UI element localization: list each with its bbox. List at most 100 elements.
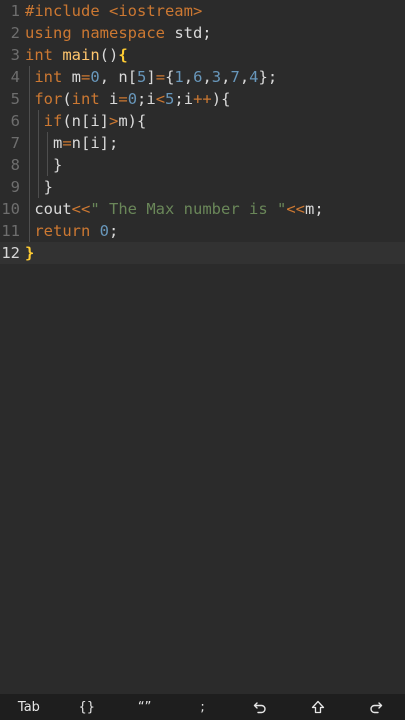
line-number: 12: [1, 244, 20, 262]
line-number: 1: [10, 2, 20, 20]
line-number: 5: [10, 90, 20, 108]
code-token: 3: [211, 68, 222, 86]
code-token: =: [62, 134, 72, 152]
code-token: {: [165, 68, 175, 86]
code-line[interactable]: 11 return 0;: [0, 220, 405, 242]
code-token: ;i: [137, 90, 156, 108]
code-token: 5: [165, 90, 175, 108]
code-token: 0: [99, 222, 109, 240]
code-token: 4: [249, 68, 259, 86]
code-token: using namespace: [25, 24, 175, 42]
line-number: 8: [10, 156, 20, 174]
code-line[interactable]: 5 for(int i=0;i<5;i++){: [0, 88, 405, 110]
line-number: 2: [10, 24, 20, 42]
code-token: i: [109, 90, 119, 108]
line-code: m=n[i];: [25, 132, 118, 154]
key-label: “”: [137, 699, 152, 715]
code-token: m){: [118, 112, 147, 130]
line-code: }: [25, 242, 34, 264]
code-line[interactable]: 9 }: [0, 176, 405, 198]
code-token: }: [25, 244, 35, 262]
redo-icon: [347, 700, 405, 714]
line-number: 7: [10, 134, 20, 152]
code-line[interactable]: 7 m=n[i];: [0, 132, 405, 154]
code-token: =: [155, 68, 166, 86]
code-token: #include <iostream>: [25, 2, 203, 20]
code-token: std;: [174, 24, 212, 42]
code-token: <<: [71, 200, 91, 218]
code-token: }: [25, 156, 63, 174]
code-line[interactable]: 8 }: [0, 154, 405, 176]
code-token: =: [118, 90, 128, 108]
code-line[interactable]: 1 #include <iostream>: [0, 0, 405, 22]
code-token: <<: [286, 200, 305, 218]
symbol-keybar: Tab {} “”;: [0, 694, 405, 720]
code-token: int: [71, 90, 109, 108]
line-code: cout<<" The Max number is "<<m;: [25, 198, 324, 220]
semicolon-key[interactable]: ;: [174, 700, 232, 715]
code-line[interactable]: 4 int m=0, n[5]={1,6,3,7,4};: [0, 66, 405, 88]
code-token: 5: [137, 68, 147, 86]
line-number: 4: [10, 68, 20, 86]
code-token: >: [109, 112, 119, 130]
indent-guide: [38, 110, 39, 198]
line-code: for(int i=0;i<5;i++){: [25, 88, 230, 110]
code-token: 0: [90, 68, 100, 86]
code-token: 1: [174, 68, 184, 86]
code-token: n[i];: [71, 134, 119, 152]
code-token: ++: [193, 90, 212, 108]
code-token: int: [25, 68, 72, 86]
line-code: #include <iostream>: [25, 0, 202, 22]
code-token: 7: [230, 68, 240, 86]
quotes-key[interactable]: “”: [116, 700, 174, 715]
code-token: ,: [183, 68, 194, 86]
code-token: (: [62, 90, 72, 108]
code-token: (n[i]: [62, 112, 109, 130]
line-number: 11: [1, 222, 20, 240]
code-token: ,: [239, 68, 250, 86]
code-token: for: [25, 90, 63, 108]
code-token: ]: [146, 68, 156, 86]
line-code: return 0;: [25, 220, 118, 242]
code-line[interactable]: 6 if(n[i]>m){: [0, 110, 405, 132]
code-token: (): [99, 46, 119, 64]
braces-key[interactable]: {}: [58, 700, 116, 715]
code-line[interactable]: 2 using namespace std;: [0, 22, 405, 44]
code-token: ;i: [174, 90, 194, 108]
key-label: Tab: [17, 699, 40, 715]
shift-up-icon: [289, 700, 347, 714]
code-token: main: [62, 46, 100, 64]
code-line[interactable]: 3 int main(){: [0, 44, 405, 66]
code-token: cout: [25, 200, 72, 218]
code-token: 0: [127, 90, 138, 108]
code-token: m: [71, 68, 82, 86]
undo-icon: [231, 700, 289, 714]
line-code: int main(){: [25, 44, 128, 66]
code-token: ){: [211, 90, 231, 108]
indent-guide: [29, 66, 30, 242]
line-code: }: [25, 154, 62, 176]
line-number: 9: [10, 178, 20, 196]
undo-key[interactable]: [231, 700, 289, 714]
code-token: m;: [304, 200, 324, 218]
line-code: using namespace std;: [25, 22, 212, 44]
line-code: if(n[i]>m){: [25, 110, 147, 132]
code-editor[interactable]: 1 #include <iostream> 2 using namespace std…: [0, 0, 405, 694]
key-label: ;: [200, 699, 205, 715]
code-line[interactable]: 10 cout<<" The Max number is "<<m;: [0, 198, 405, 220]
code-token: if: [25, 112, 63, 130]
shift-key[interactable]: [289, 700, 347, 714]
line-number: 6: [10, 112, 20, 130]
code-token: =: [81, 68, 91, 86]
code-line[interactable]: 12}: [0, 242, 405, 264]
code-token: int: [25, 46, 63, 64]
redo-key[interactable]: [347, 700, 405, 714]
code-token: ,: [202, 68, 212, 86]
line-code: int m=0, n[5]={1,6,3,7,4};: [25, 66, 277, 88]
key-label: {}: [78, 699, 96, 715]
line-number: 10: [1, 200, 20, 218]
code-token: ;: [109, 222, 119, 240]
code-token: m: [25, 134, 63, 152]
tab-key[interactable]: Tab: [0, 700, 58, 715]
code-token: , n[: [99, 68, 138, 86]
